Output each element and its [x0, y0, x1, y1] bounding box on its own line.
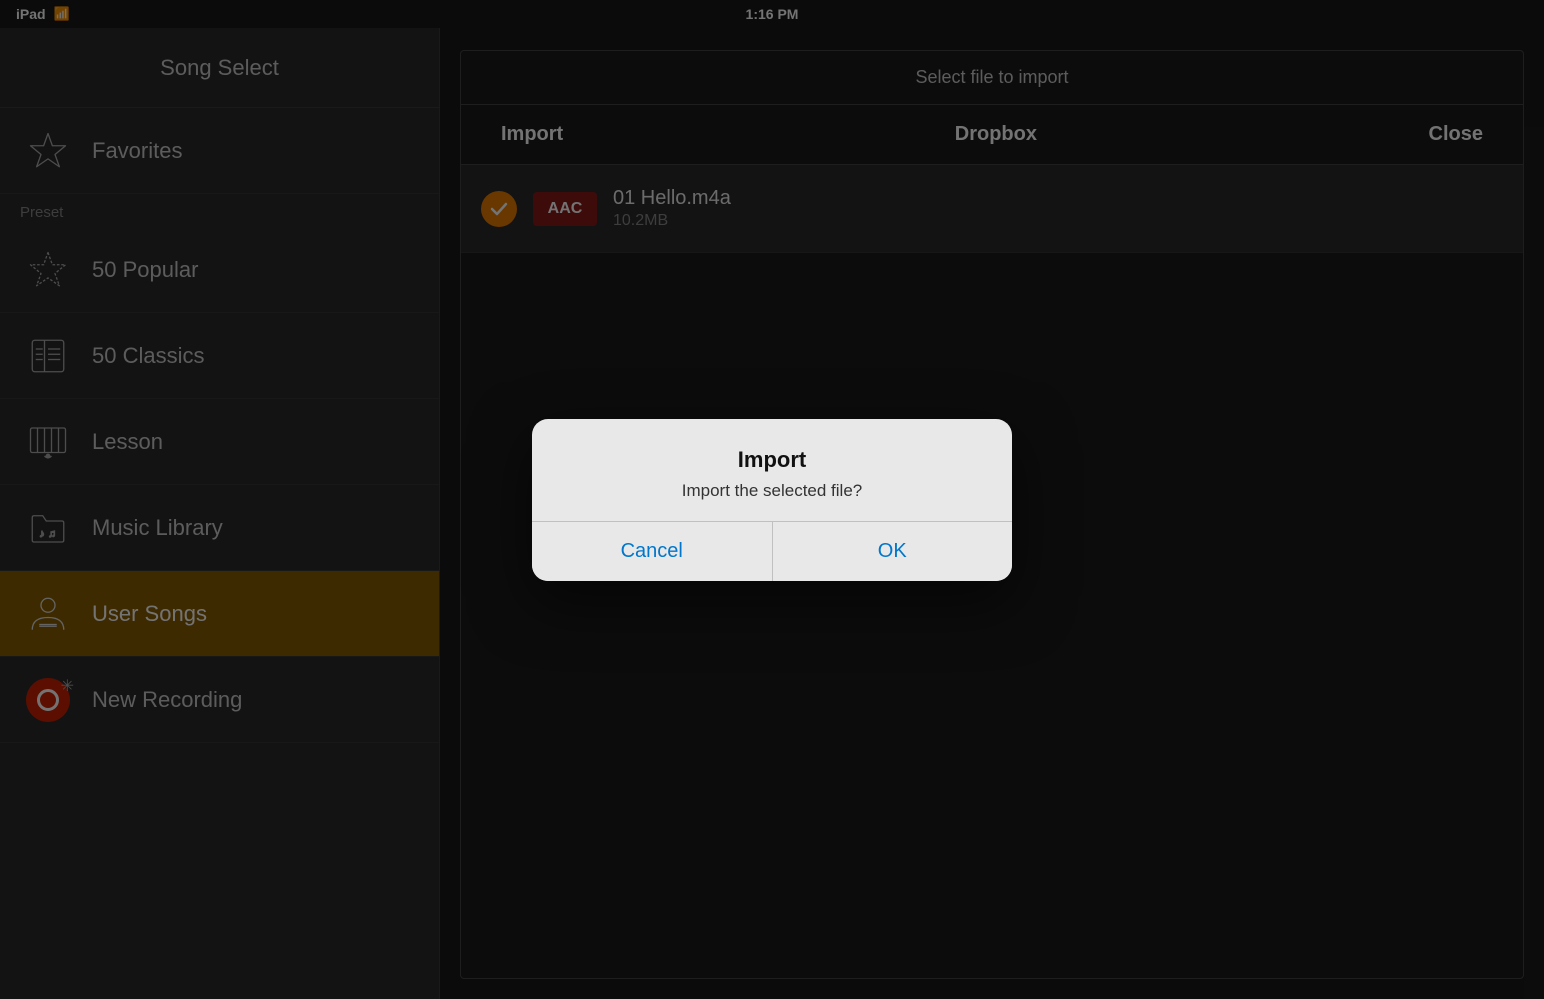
alert-title: Import — [564, 447, 980, 473]
alert-message: Import the selected file? — [564, 481, 980, 501]
ok-button[interactable]: OK — [773, 522, 1013, 581]
alert-buttons: Cancel OK — [532, 522, 1012, 581]
alert-dialog: Import Import the selected file? Cancel … — [532, 419, 1012, 581]
cancel-button[interactable]: Cancel — [532, 522, 773, 581]
alert-body: Import Import the selected file? — [532, 419, 1012, 522]
